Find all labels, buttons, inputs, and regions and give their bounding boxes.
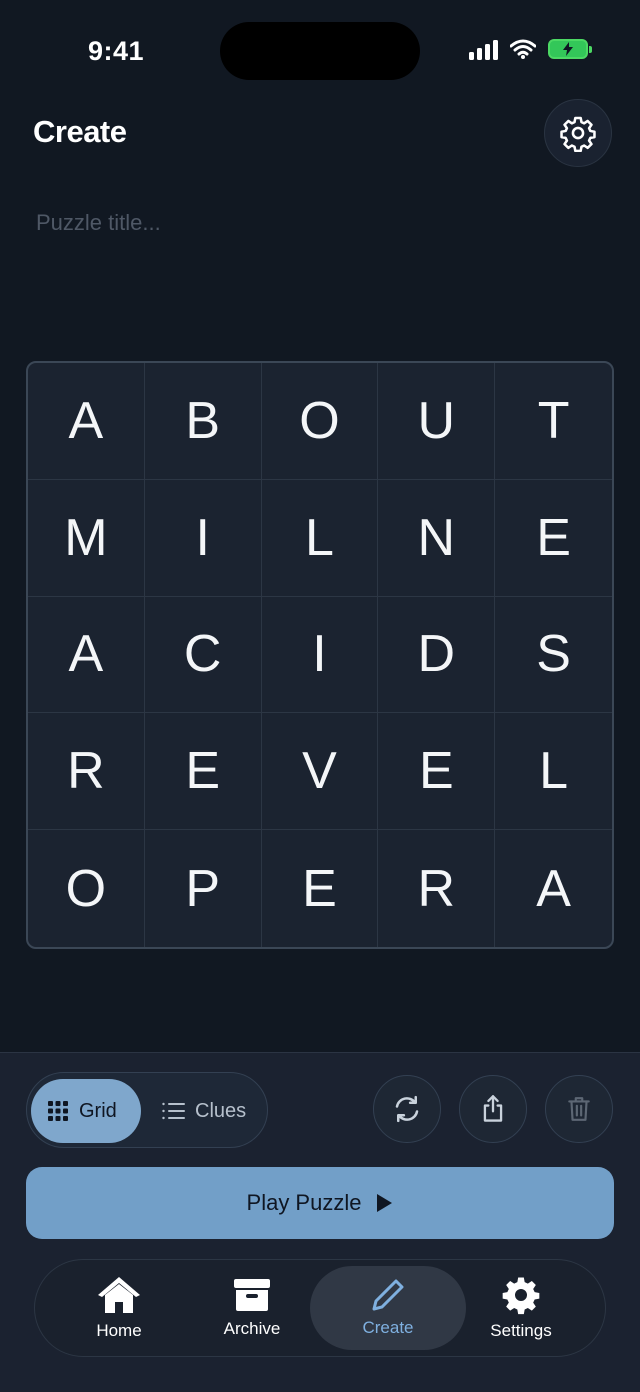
grid-cell[interactable]: U bbox=[378, 363, 496, 480]
grid-cell[interactable]: O bbox=[28, 830, 145, 947]
tab-home-label: Home bbox=[96, 1321, 142, 1340]
grid-cell[interactable]: D bbox=[378, 596, 496, 714]
grid-cell[interactable]: A bbox=[28, 596, 145, 714]
tab-archive[interactable]: Archive bbox=[190, 1266, 314, 1350]
grid-cell[interactable]: R bbox=[378, 830, 496, 947]
grid-cell[interactable]: M bbox=[28, 479, 145, 597]
play-icon bbox=[377, 1194, 393, 1212]
clues-mode-button[interactable]: Clues bbox=[145, 1079, 265, 1143]
share-icon bbox=[483, 1095, 503, 1122]
grid-cell[interactable]: P bbox=[145, 830, 262, 947]
grid-cell[interactable]: A bbox=[495, 830, 612, 947]
grid-cell[interactable]: C bbox=[144, 596, 262, 714]
regenerate-button[interactable] bbox=[373, 1075, 441, 1143]
grid-cell[interactable]: E bbox=[495, 480, 612, 597]
status-time: 9:41 bbox=[88, 36, 145, 66]
grid-cell[interactable]: I bbox=[144, 479, 262, 597]
grid-cell[interactable]: O bbox=[261, 363, 379, 480]
tab-create[interactable]: Create bbox=[310, 1266, 466, 1350]
tab-create-label: Create bbox=[362, 1318, 414, 1337]
tab-settings[interactable]: Settings bbox=[459, 1266, 583, 1350]
list-icon bbox=[162, 1102, 185, 1120]
grid-cell[interactable]: R bbox=[28, 713, 145, 831]
grid-cell[interactable]: A bbox=[28, 363, 145, 480]
grid-cell[interactable]: E bbox=[262, 830, 379, 947]
grid-cell[interactable]: L bbox=[261, 479, 379, 597]
grid-cell[interactable]: T bbox=[495, 363, 612, 480]
trash-icon bbox=[568, 1097, 590, 1121]
gear-icon bbox=[502, 1277, 540, 1315]
grid-cell[interactable]: S bbox=[495, 597, 612, 714]
tab-archive-label: Archive bbox=[223, 1319, 281, 1338]
grid-cell[interactable]: B bbox=[144, 363, 262, 480]
tab-settings-label: Settings bbox=[490, 1321, 552, 1340]
wifi-icon bbox=[510, 39, 536, 59]
tab-home[interactable]: Home bbox=[57, 1266, 181, 1350]
share-button[interactable] bbox=[459, 1075, 527, 1143]
refresh-icon bbox=[395, 1095, 419, 1123]
puzzle-title-input[interactable] bbox=[36, 204, 596, 242]
grid-cell[interactable]: E bbox=[378, 713, 496, 831]
grid-cell[interactable]: N bbox=[378, 479, 496, 597]
page-title: Create bbox=[33, 114, 127, 149]
grid-mode-button[interactable]: Grid bbox=[31, 1079, 141, 1143]
gear-icon bbox=[560, 116, 596, 152]
archive-box-icon bbox=[234, 1279, 270, 1311]
play-puzzle-button[interactable]: Play Puzzle bbox=[26, 1167, 614, 1239]
delete-button[interactable] bbox=[545, 1075, 613, 1143]
grid-cell[interactable]: I bbox=[261, 596, 379, 714]
pencil-icon bbox=[372, 1279, 404, 1311]
tab-bar: Home Archive Create Settings bbox=[34, 1259, 606, 1357]
crossword-grid: ABOUTMILNEACIDSREVELOPERA bbox=[26, 361, 614, 949]
dynamic-island bbox=[220, 22, 420, 80]
battery-charging-icon bbox=[548, 39, 592, 59]
settings-button[interactable] bbox=[544, 99, 612, 167]
grid-cell[interactable]: E bbox=[144, 713, 262, 831]
view-mode-toggle: Grid Clues bbox=[26, 1072, 268, 1148]
grid-mode-label: Grid bbox=[79, 1099, 117, 1122]
play-puzzle-label: Play Puzzle bbox=[246, 1190, 362, 1215]
grid-cell[interactable]: V bbox=[261, 713, 379, 831]
cellular-signal-icon bbox=[469, 38, 498, 60]
grid-cell[interactable]: L bbox=[495, 713, 612, 831]
clues-mode-label: Clues bbox=[195, 1099, 247, 1122]
grid-icon bbox=[48, 1101, 68, 1121]
house-icon bbox=[98, 1277, 140, 1313]
status-icons bbox=[469, 38, 592, 60]
